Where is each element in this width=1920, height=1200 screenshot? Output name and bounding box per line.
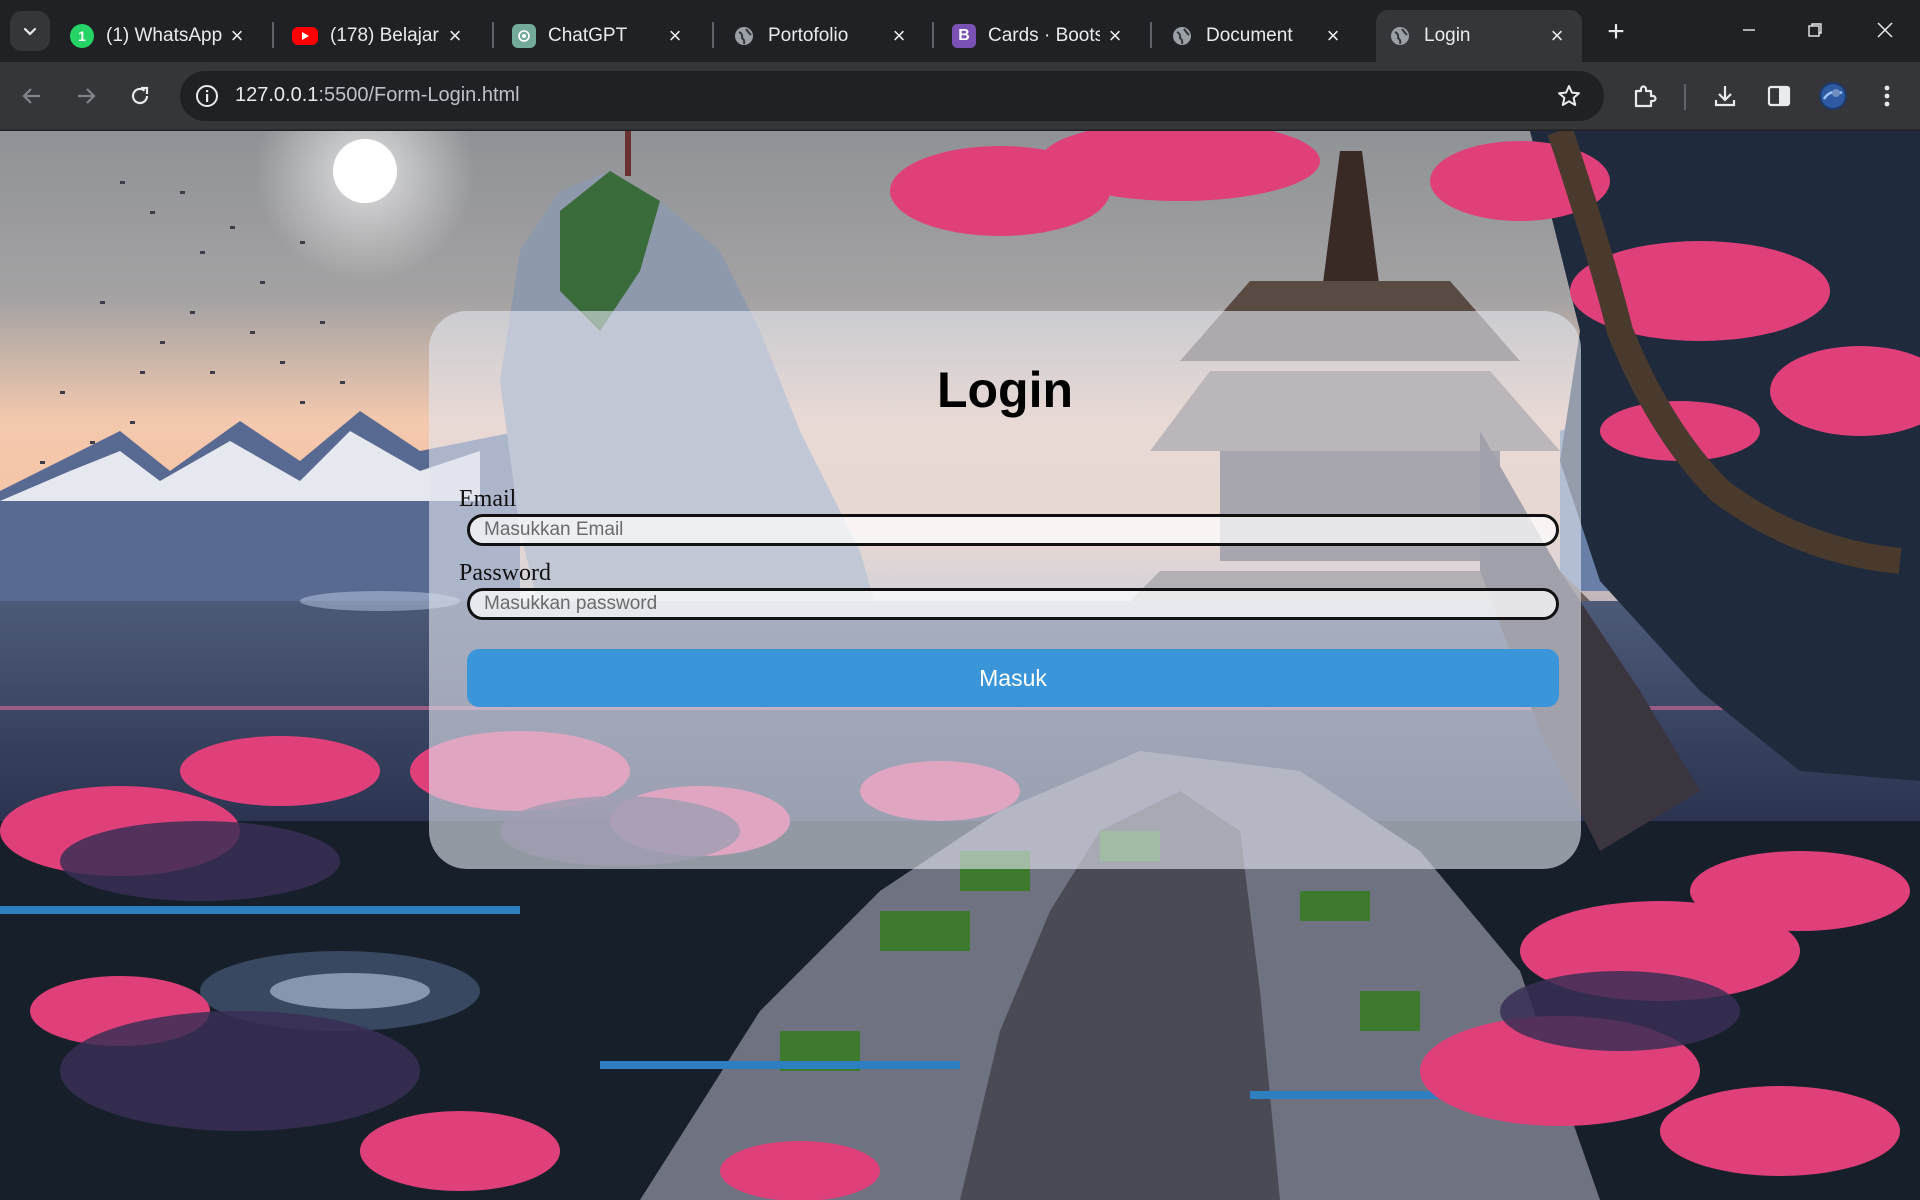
minimize-button[interactable] [1722, 10, 1776, 50]
tab-title: (1) WhatsApp [106, 25, 223, 46]
password-label: Password [459, 560, 552, 586]
download-icon [1714, 86, 1736, 107]
more-vert-icon [1884, 85, 1890, 107]
tab-title: Portofolio [768, 25, 849, 46]
tab-divider [712, 22, 714, 48]
profile-avatar[interactable] [1816, 79, 1850, 113]
tab-divider [272, 22, 274, 48]
tab-document[interactable]: Document × [1158, 10, 1358, 62]
password-field[interactable] [467, 588, 1559, 620]
side-panel-button[interactable] [1762, 79, 1796, 113]
close-icon[interactable]: × [226, 25, 248, 47]
globe-icon [732, 24, 756, 48]
reload-button[interactable] [120, 76, 160, 116]
bootstrap-icon: B [952, 24, 976, 48]
page-viewport: Login Email Password Masuk [0, 131, 1920, 1200]
tab-title: (178) Belajar C [330, 25, 442, 46]
login-card: Login Email Password Masuk [429, 311, 1581, 869]
new-tab-button[interactable]: + [1598, 14, 1634, 50]
chevron-down-icon [23, 27, 37, 36]
tab-divider [1150, 22, 1152, 48]
forward-button[interactable] [66, 76, 106, 116]
restore-icon [1808, 23, 1822, 37]
side-panel-icon [1767, 85, 1791, 107]
tab-title: Login [1424, 25, 1471, 46]
email-label: Email [459, 486, 517, 512]
close-window-button[interactable] [1858, 10, 1912, 50]
browser-toolbar: 127.0.0.1:5500/Form-Login.html [0, 62, 1920, 130]
tab-title: ChatGPT [548, 25, 628, 46]
tab-strip: 1 (1) WhatsApp × (178) Belajar C × ChatG… [0, 0, 1920, 62]
close-icon[interactable]: × [1546, 25, 1568, 47]
tab-title: Cards · Bootst [988, 25, 1100, 46]
close-icon[interactable]: × [664, 25, 686, 47]
youtube-icon [292, 27, 318, 45]
url-text[interactable]: 127.0.0.1:5500/Form-Login.html [235, 84, 520, 107]
restore-button[interactable] [1788, 10, 1842, 50]
globe-icon [1170, 24, 1194, 48]
login-title: Login [936, 362, 1074, 418]
puzzle-icon [1634, 85, 1657, 108]
tab-bootstrap-cards[interactable]: B Cards · Bootst × [940, 10, 1140, 62]
close-icon[interactable]: × [1322, 25, 1344, 47]
browser-menu-button[interactable] [1870, 79, 1904, 113]
tab-divider [932, 22, 934, 48]
close-icon[interactable]: × [888, 25, 910, 47]
toolbar-divider [1684, 84, 1686, 110]
submit-button[interactable]: Masuk [467, 649, 1559, 707]
tab-whatsapp[interactable]: 1 (1) WhatsApp × [58, 10, 262, 62]
downloads-button[interactable] [1708, 79, 1742, 113]
chatgpt-icon [512, 24, 536, 48]
minimize-icon [1743, 29, 1755, 31]
address-bar[interactable]: 127.0.0.1:5500/Form-Login.html [180, 71, 1604, 121]
bookmark-star-icon[interactable] [1556, 83, 1582, 109]
email-field[interactable] [467, 514, 1559, 546]
tab-divider [492, 22, 494, 48]
globe-icon [1388, 24, 1412, 48]
arrow-left-icon [22, 88, 40, 104]
reload-icon [131, 86, 149, 105]
tab-title: Document [1206, 25, 1293, 46]
close-icon [1877, 22, 1893, 38]
extensions-button[interactable] [1628, 79, 1662, 113]
tab-chatgpt[interactable]: ChatGPT × [500, 10, 700, 62]
tab-portofolio[interactable]: Portofolio × [720, 10, 924, 62]
back-button[interactable] [12, 76, 52, 116]
close-icon[interactable]: × [444, 25, 466, 47]
avatar [1819, 82, 1847, 110]
arrow-right-icon [78, 88, 96, 104]
tab-search-button[interactable] [10, 11, 50, 51]
tab-youtube[interactable]: (178) Belajar C × [280, 10, 480, 62]
tab-login[interactable]: Login × [1376, 10, 1582, 62]
site-info-icon[interactable] [194, 83, 220, 109]
whatsapp-icon: 1 [70, 24, 94, 48]
close-icon[interactable]: × [1104, 25, 1126, 47]
